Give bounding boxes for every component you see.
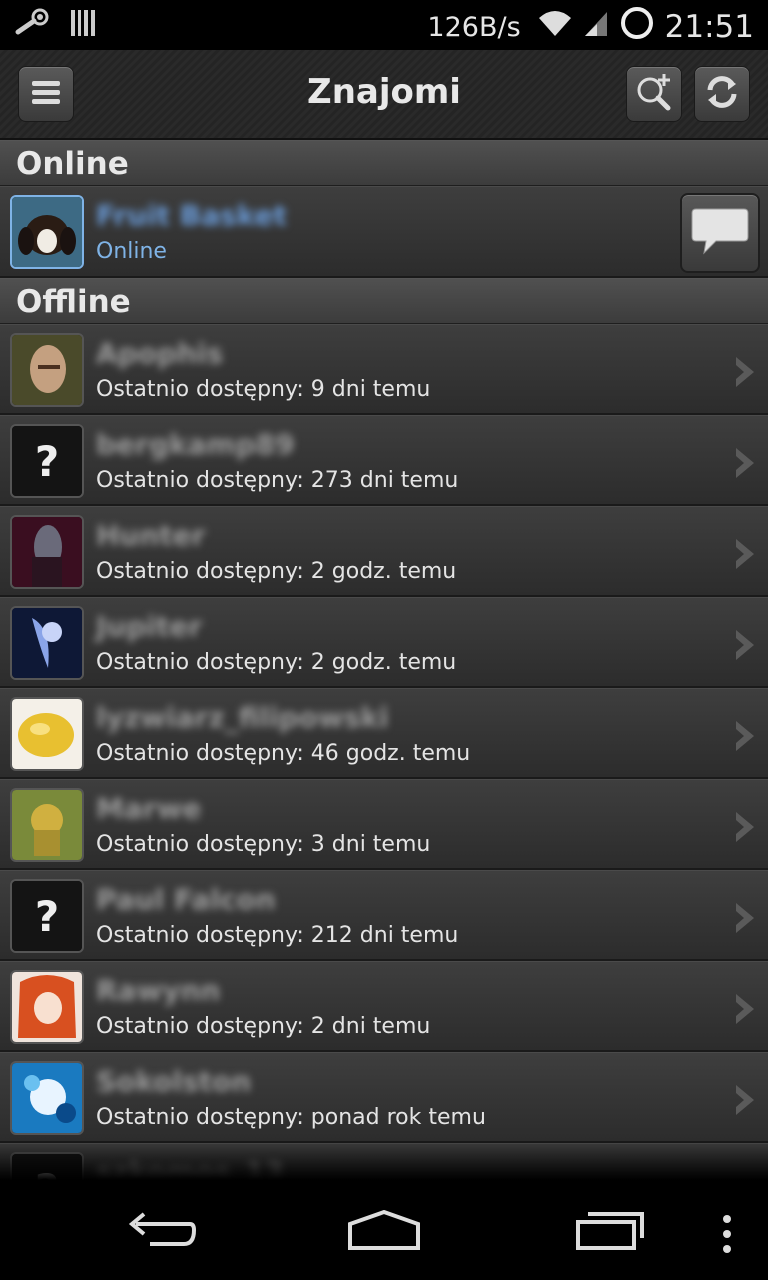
refresh-button[interactable] — [694, 66, 750, 122]
friend-row[interactable]: Hunter Ostatnio dostępny: 2 godz. temu — [0, 506, 768, 597]
friend-row[interactable]: Apophis Ostatnio dostępny: 9 dni temu — [0, 324, 768, 415]
dark-character-avatar — [10, 515, 84, 589]
blue-splash-avatar — [10, 1061, 84, 1135]
blue-character-avatar — [10, 606, 84, 680]
friend-name: Sokolston — [96, 1065, 252, 1098]
chevron-right-icon — [732, 355, 758, 389]
bald-man-avatar — [10, 333, 84, 407]
recent-apps-icon[interactable] — [574, 1210, 646, 1254]
status-bar: 126B/s 21:51 — [0, 0, 768, 50]
friends-list[interactable]: Online Fruit Basket Online Offline Apoph… — [0, 140, 768, 1180]
chevron-right-icon — [732, 810, 758, 844]
chevron-right-icon — [732, 1083, 758, 1117]
friend-name: Hunter — [96, 519, 206, 552]
friend-status: Ostatnio dostępny: ponad rok temu — [96, 1105, 486, 1130]
friend-status: Ostatnio dostępny: 273 dni temu — [96, 468, 459, 493]
chat-bubble-icon — [690, 205, 750, 261]
friend-status: Ostatnio dostępny: 46 godz. temu — [96, 741, 471, 766]
friend-status: Ostatnio dostępny: 2 godz. temu — [96, 559, 457, 584]
friend-row[interactable]: lyzwiarz_filipowski Ostatnio dostępny: 4… — [0, 688, 768, 779]
refresh-icon — [704, 74, 740, 114]
friend-status: Ostatnio dostępny: 2 godz. temu — [96, 650, 457, 675]
friend-status: Online — [96, 239, 167, 264]
network-speed: 126B/s — [427, 11, 521, 43]
add-friend-button[interactable] — [626, 66, 682, 122]
svg-text:?: ? — [35, 892, 59, 941]
friend-row-online[interactable]: Fruit Basket Online — [0, 186, 768, 278]
question-mark-avatar: ? — [10, 879, 84, 953]
chevron-right-icon — [732, 901, 758, 935]
search-add-icon — [634, 72, 674, 116]
chat-button[interactable] — [680, 193, 760, 273]
question-mark-avatar: ? — [10, 424, 84, 498]
action-bar: Znajomi — [0, 50, 768, 140]
friend-row[interactable]: Marwe Ostatnio dostępny: 3 dni temu — [0, 779, 768, 870]
anime-girl-avatar — [10, 970, 84, 1044]
friend-status: Ostatnio dostępny: 2 dni temu — [96, 1014, 431, 1039]
list-fade — [0, 1140, 768, 1180]
navigation-bar — [0, 1180, 768, 1280]
section-header-online: Online — [0, 140, 768, 186]
chevron-right-icon — [732, 628, 758, 662]
friend-name: Jupiter — [96, 610, 203, 643]
friend-name: lyzwiarz_filipowski — [96, 701, 389, 734]
ring-icon — [619, 5, 655, 49]
home-icon[interactable] — [346, 1209, 422, 1254]
friend-name: Apophis — [96, 337, 224, 370]
green-character-avatar — [10, 788, 84, 862]
chevron-right-icon — [732, 719, 758, 753]
svg-text:?: ? — [35, 437, 59, 486]
chevron-right-icon — [732, 537, 758, 571]
friend-row[interactable]: Jupiter Ostatnio dostępny: 2 godz. temu — [0, 597, 768, 688]
barcode-icon — [70, 8, 96, 42]
friend-name: Rawynn — [96, 974, 221, 1007]
friend-status: Ostatnio dostępny: 9 dni temu — [96, 377, 431, 402]
signal-icon — [583, 8, 609, 46]
friend-row[interactable]: ? bergkamp89 Ostatnio dostępny: 273 dni … — [0, 415, 768, 506]
friend-row[interactable]: Sokolston Ostatnio dostępny: ponad rok t… — [0, 1052, 768, 1143]
chevron-right-icon — [732, 446, 758, 480]
yellow-blob-avatar — [10, 697, 84, 771]
friend-name: Marwe — [96, 792, 202, 825]
dog-avatar — [10, 195, 84, 269]
friend-status: Ostatnio dostępny: 212 dni temu — [96, 923, 459, 948]
back-icon[interactable] — [124, 1210, 197, 1254]
overflow-menu-icon[interactable] — [720, 1214, 734, 1258]
clock: 21:51 — [664, 9, 754, 45]
friend-name: bergkamp89 — [96, 428, 295, 461]
friend-row[interactable]: Rawynn Ostatnio dostępny: 2 dni temu — [0, 961, 768, 1052]
steam-icon — [14, 8, 50, 42]
friend-name: Paul Falcon — [96, 883, 276, 916]
friend-name: Fruit Basket — [96, 199, 287, 232]
friend-row[interactable]: ? Paul Falcon Ostatnio dostępny: 212 dni… — [0, 870, 768, 961]
section-header-offline: Offline — [0, 278, 768, 324]
chevron-right-icon — [732, 992, 758, 1026]
wifi-icon — [537, 8, 573, 46]
friend-status: Ostatnio dostępny: 3 dni temu — [96, 832, 431, 857]
